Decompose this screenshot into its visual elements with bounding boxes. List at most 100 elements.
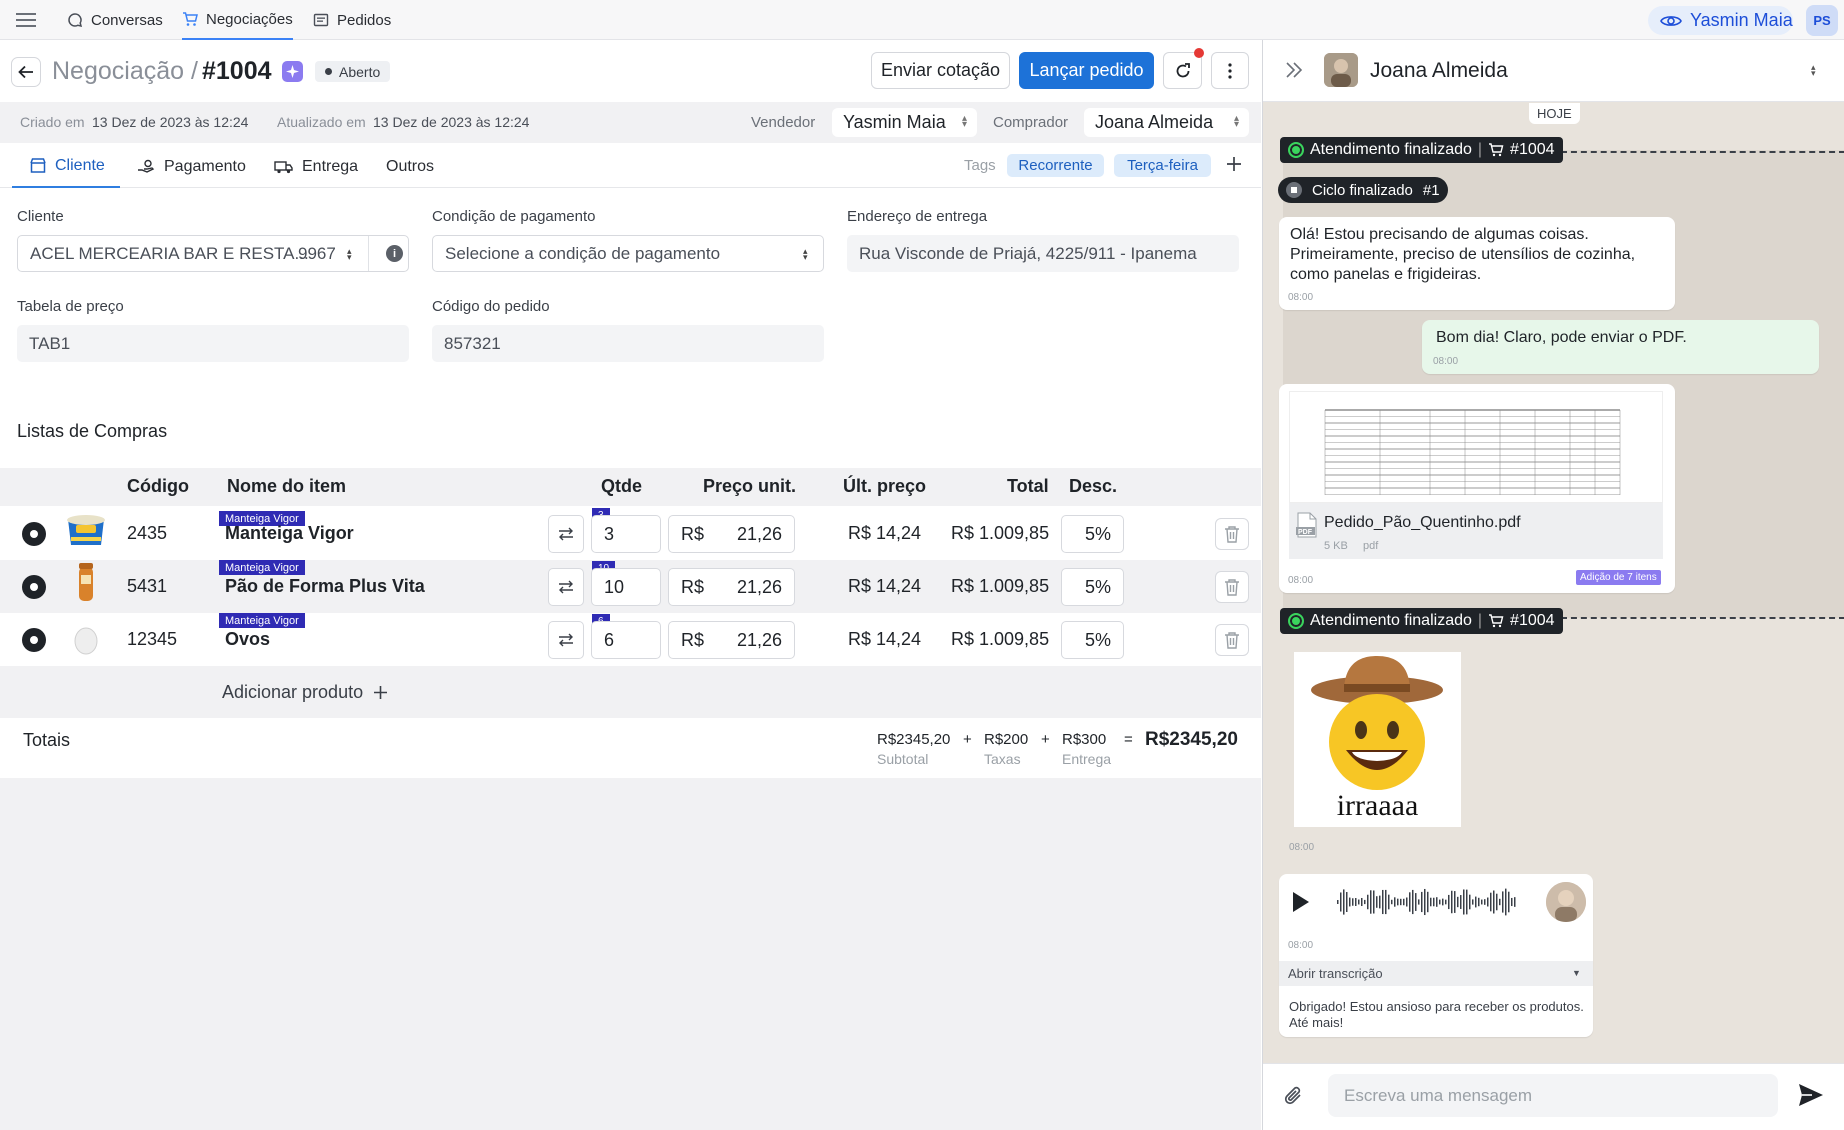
price-table-label: Tabela de preço — [17, 298, 124, 315]
row-radio[interactable] — [22, 628, 46, 652]
back-button[interactable] — [11, 57, 41, 87]
address-field[interactable]: Rua Visconde de Priajá, 4225/911 - Ipane… — [847, 235, 1239, 272]
collapse-chevrons-icon[interactable] — [1285, 62, 1303, 78]
open-transcript-toggle[interactable]: Abrir transcrição ▼ — [1279, 961, 1593, 986]
nav-tab-conversas[interactable]: Conversas — [67, 0, 163, 40]
user-indicator[interactable]: Yasmin Maia — [1648, 6, 1793, 35]
breadcrumb[interactable]: Negociação / — [52, 57, 198, 86]
buyer-select[interactable]: Joana Almeida ▴ ▾ — [1084, 108, 1249, 137]
row-radio[interactable] — [22, 575, 46, 599]
add-product-button[interactable]: Adicionar produto — [222, 682, 388, 703]
created-label: Criado em — [20, 114, 85, 130]
message-input[interactable]: Escreva uma mensagem — [1328, 1074, 1778, 1117]
tab-entrega[interactable]: Entrega — [274, 145, 358, 188]
order-link[interactable]: #1004 — [1510, 141, 1555, 159]
unit-price-value: 21,26 — [736, 576, 782, 597]
qty-input[interactable]: 10 — [591, 568, 661, 606]
qty-input[interactable]: 3 — [591, 515, 661, 553]
unit-price-input[interactable]: R$ 21,26 — [668, 568, 795, 606]
col-discount: Desc. — [1069, 476, 1118, 496]
price-table-field[interactable]: TAB1 — [17, 325, 409, 362]
more-options-button[interactable] — [1211, 52, 1249, 89]
chevron-updown-icon[interactable]: ▴ ▾ — [1811, 63, 1816, 78]
top-navigation: Conversas Negociações Pedidos Yasmin Mai… — [0, 0, 1844, 40]
page-title: #1004 — [202, 57, 272, 85]
cart-icon — [1489, 143, 1504, 157]
nav-tab-negociacoes[interactable]: Negociações — [182, 0, 293, 40]
waveform-bar — [1394, 897, 1396, 907]
delete-button[interactable] — [1215, 571, 1249, 603]
launch-order-button[interactable]: Lançar pedido — [1019, 52, 1154, 89]
nav-tab-pedidos[interactable]: Pedidos — [313, 0, 391, 40]
message-incoming[interactable]: Olá! Estou precisando de algumas coisas.… — [1279, 217, 1675, 310]
message-time: 08:00 — [1288, 575, 1314, 586]
table-row[interactable]: 12345 Manteiga Vigor Ovos 6 6 R$21,26 R$… — [0, 613, 1261, 666]
swap-button[interactable] — [548, 568, 584, 606]
contact-avatar[interactable] — [1324, 53, 1358, 87]
message-time: 08:00 — [1288, 292, 1314, 303]
menu-icon[interactable] — [16, 12, 36, 28]
waveform-bar — [1340, 892, 1342, 912]
order-code-label: Código do pedido — [432, 298, 550, 315]
tag-chip[interactable]: Terça-feira — [1114, 154, 1211, 177]
waveform-bar — [1481, 899, 1483, 905]
waveform-bar — [1388, 894, 1390, 910]
cycle-badge: Ciclo finalizado #1 — [1278, 177, 1448, 203]
message-outgoing[interactable]: Bom dia! Claro, pode enviar o PDF. 08:00 — [1422, 320, 1819, 374]
audio-message[interactable]: 08:00 Abrir transcrição ▼ Obrigado! Esto… — [1279, 874, 1593, 1037]
address-label: Endereço de entrega — [847, 208, 988, 225]
paperclip-icon[interactable] — [1283, 1084, 1305, 1108]
finished-label: Atendimento finalizado — [1310, 612, 1472, 629]
tab-outros[interactable]: Outros — [386, 145, 434, 188]
order-code-field[interactable]: 857321 — [432, 325, 824, 362]
sticker-message[interactable]: irraaaa — [1294, 652, 1461, 827]
tab-pagamento[interactable]: Pagamento — [137, 145, 246, 188]
table-row[interactable]: 2435 Manteiga Vigor Manteiga Vigor 3 3 R… — [0, 507, 1261, 560]
chevron-down-icon: ▼ — [1572, 968, 1581, 978]
order-link[interactable]: #1004 — [1510, 612, 1555, 630]
discount-input[interactable]: 5% — [1061, 621, 1124, 659]
discount-input[interactable]: 5% — [1061, 568, 1124, 606]
table-row[interactable]: 5431 Manteiga Vigor Pão de Forma Plus Vi… — [0, 560, 1261, 613]
waveform-bar — [1514, 897, 1516, 907]
sticker-caption: irraaaa — [1336, 789, 1419, 822]
tab-cliente[interactable]: Cliente — [12, 145, 120, 188]
add-tag-icon[interactable] — [1225, 155, 1243, 173]
payment-label: Condição de pagamento — [432, 208, 596, 225]
avatar[interactable]: PS — [1806, 5, 1838, 36]
file-message[interactable]: PDF Pedido_Pão_Quentinho.pdf 5 KB pdf 08… — [1279, 384, 1675, 593]
row-radio[interactable] — [22, 522, 46, 546]
client-select[interactable]: ACEL MERCEARIA BAR E RESTA... 9967 ▴ ▾ i — [17, 235, 409, 272]
tag-chip[interactable]: Recorrente — [1007, 154, 1104, 177]
waveform-bar — [1406, 897, 1408, 907]
cycle-number: #1 — [1422, 181, 1440, 199]
send-icon[interactable] — [1798, 1083, 1824, 1107]
negotiation-panel: Negociação / #1004 Aberto Enviar cotação… — [0, 40, 1261, 1130]
qty-input[interactable]: 6 — [591, 621, 661, 659]
swap-button[interactable] — [548, 621, 584, 659]
add-product-row — [0, 666, 1261, 718]
nav-tab-label: Negociações — [206, 10, 293, 28]
item-code: 12345 — [127, 629, 178, 649]
unit-price-input[interactable]: R$ 21,26 — [668, 621, 795, 659]
client-code: 9967 — [298, 244, 336, 263]
client-value: ACEL MERCEARIA BAR E RESTA... — [30, 243, 309, 263]
delete-button[interactable] — [1215, 518, 1249, 550]
audio-waveform[interactable] — [1337, 886, 1517, 918]
swap-button[interactable] — [548, 515, 584, 553]
waveform-bar — [1439, 899, 1441, 905]
play-icon[interactable] — [1291, 891, 1311, 913]
seller-select[interactable]: Yasmin Maia ▴ ▾ — [832, 108, 977, 137]
unit-price-input[interactable]: R$ 21,26 — [668, 515, 795, 553]
send-quote-button[interactable]: Enviar cotação — [871, 52, 1010, 89]
waveform-bar — [1358, 899, 1360, 905]
section-title: Listas de Compras — [17, 421, 168, 441]
status-badge: Aberto — [315, 61, 391, 82]
subtotal-value: R$2345,20 — [877, 731, 951, 748]
delete-button[interactable] — [1215, 624, 1249, 656]
info-icon[interactable]: i — [386, 245, 403, 262]
last-price: R$ 14,24 — [848, 629, 922, 649]
sparkle-icon[interactable] — [282, 61, 303, 82]
discount-input[interactable]: 5% — [1061, 515, 1124, 553]
payment-select[interactable]: Selecione a condição de pagamento ▴ ▾ — [432, 235, 824, 272]
